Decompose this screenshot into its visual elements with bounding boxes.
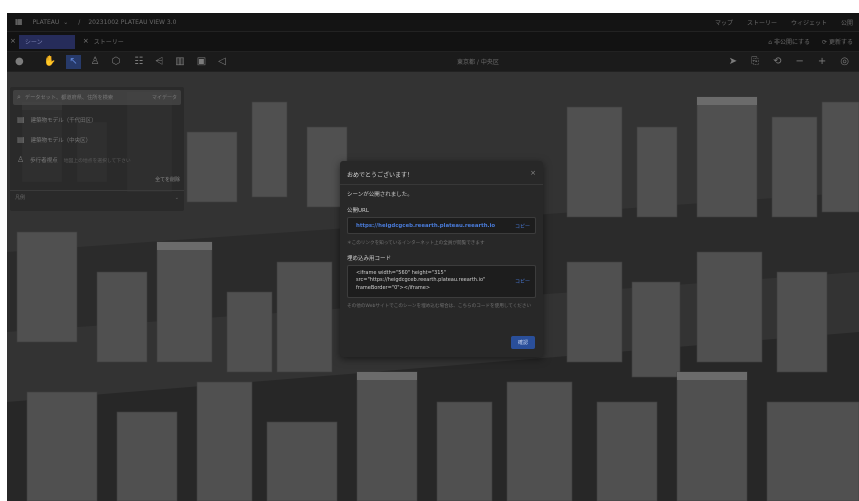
close-icon[interactable]: × (10, 38, 16, 45)
layer-panel: ⌕ データセット、都道府県、住所を検索 マイデータ ▤ 建築物モデル（千代田区）… (10, 87, 184, 211)
embed-code[interactable]: <iframe width="560" height="315" src="ht… (356, 270, 506, 292)
tab-publish[interactable]: 公開 (841, 18, 853, 27)
share-icon[interactable]: ⎘ (751, 56, 759, 67)
search-icon: ⌕ (17, 93, 21, 101)
select-tool-icon[interactable]: ↖ (66, 54, 81, 69)
terrain-icon[interactable]: ⩤ (155, 56, 163, 67)
tab-map[interactable]: マップ (715, 18, 733, 27)
layer-label: 建築物モデル（千代田区） (30, 118, 97, 124)
sliders-icon[interactable]: ☷ (134, 56, 143, 67)
pedestrian-tool-icon[interactable]: ♙ (91, 56, 100, 67)
sketch-tool-icon[interactable]: ⬡ (112, 56, 121, 67)
building-icon: ▤ (17, 115, 25, 124)
breadcrumb: 20231002 PLATEAU VIEW 3.0 (88, 18, 177, 26)
legend-label: 凡例 (15, 195, 26, 201)
dialog-message: シーンが公開されました。 (347, 192, 413, 198)
top-bar: ▦ PLATEAU ⌄ / 20231002 PLATEAU VIEW 3.0 … (7, 13, 859, 32)
unpublish-button[interactable]: ⌂ 非公開にする (768, 37, 810, 46)
layer-hint: 地図上の地点を選択して下さい (63, 158, 131, 164)
scene-tab-bar: × シーン × ストーリー ⌂ 非公開にする ⟳ 更新する (7, 32, 859, 52)
embed-note: その他のWebサイトでこのシーンを埋め込む場合は、こちらのコードを使用してくださ… (347, 304, 532, 309)
close-icon[interactable]: × (530, 169, 536, 177)
zoom-out-icon[interactable]: − (795, 56, 803, 67)
project-selector[interactable]: PLATEAU (33, 19, 60, 26)
embed-code-box[interactable]: <iframe width="560" height="315" src="ht… (347, 265, 536, 298)
columns-icon[interactable]: ▥ (175, 56, 184, 67)
public-url-link[interactable]: https://heigdcgceb.reearth.plateau.reear… (356, 223, 495, 229)
public-url-box[interactable]: https://heigdcgceb.reearth.plateau.reear… (347, 217, 536, 234)
layer-label: 建築物モデル（中央区） (30, 138, 92, 144)
tab-scene[interactable]: シーン (18, 34, 75, 49)
legend-toggle[interactable]: 凡例 ⌄ (10, 190, 184, 204)
building-icon: ▤ (17, 135, 25, 144)
my-data-button[interactable]: マイデータ (152, 94, 177, 101)
update-button[interactable]: ⟳ 更新する (822, 37, 853, 46)
copy-embed-button[interactable]: コピー (515, 278, 530, 285)
map-toolbar: ● ✋ ↖ ♙ ⬡ ☷ ⩤ ▥ ▣ ◁ 東京都 / 中央区 ➤ ⎘ ⟲ − + … (7, 52, 859, 72)
breadcrumb-separator: / (78, 18, 81, 26)
clear-all-button[interactable]: 全てを削除 (155, 176, 180, 183)
ok-button[interactable]: 確認 (511, 336, 535, 349)
location-label: 東京都 / 中央区 (457, 59, 499, 66)
pedestrian-icon: ♙ (17, 155, 25, 164)
url-label: 公開URL (347, 208, 369, 214)
grid-menu-icon[interactable]: ▦ (15, 18, 23, 26)
chevron-down-icon: ⌄ (63, 18, 69, 26)
tab-widget[interactable]: ウィジェット (791, 18, 827, 27)
zoom-in-icon[interactable]: + (818, 56, 826, 67)
layer-item[interactable]: ♙ 歩行者視点 地図上の地点を選択して下さい (17, 155, 131, 165)
refresh-icon: ⟳ (822, 39, 829, 46)
send-icon[interactable]: ◁ (218, 56, 226, 67)
dialog-title: おめでとうございます！ (347, 172, 414, 179)
publish-dialog: おめでとうございます！ × シーンが公開されました。 公開URL https:/… (340, 161, 543, 357)
tab-story[interactable]: ストーリー (94, 37, 124, 46)
search-box[interactable]: ⌕ データセット、都道府県、住所を検索 マイデータ (13, 90, 181, 105)
close-icon[interactable]: × (83, 38, 89, 45)
compass-icon[interactable]: ◎ (840, 56, 849, 67)
layer-item[interactable]: ▤ 建築物モデル（中央区） (17, 135, 92, 145)
navigate-icon[interactable]: ➤ (729, 56, 737, 67)
app-window: ▦ PLATEAU ⌄ / 20231002 PLATEAU VIEW 3.0 … (7, 13, 859, 501)
layer-item[interactable]: ▤ 建築物モデル（千代田区） (17, 115, 97, 125)
url-note: ＊このリンクを知っているインターネット上の全員が閲覧できます (347, 241, 485, 246)
copy-url-button[interactable]: コピー (515, 223, 530, 230)
tab-story[interactable]: ストーリー (747, 18, 777, 27)
chevron-down-icon: ⌄ (174, 194, 179, 201)
layer-label: 歩行者視点 (30, 158, 58, 164)
logo-icon: ● (15, 55, 24, 67)
divider (340, 184, 543, 185)
search-input[interactable]: データセット、都道府県、住所を検索 (25, 94, 113, 101)
embed-label: 埋め込み用コード (347, 256, 392, 262)
panel-icon[interactable]: ▣ (197, 56, 206, 67)
hand-tool-icon[interactable]: ✋ (44, 56, 56, 67)
rotate-icon[interactable]: ⟲ (773, 56, 781, 67)
